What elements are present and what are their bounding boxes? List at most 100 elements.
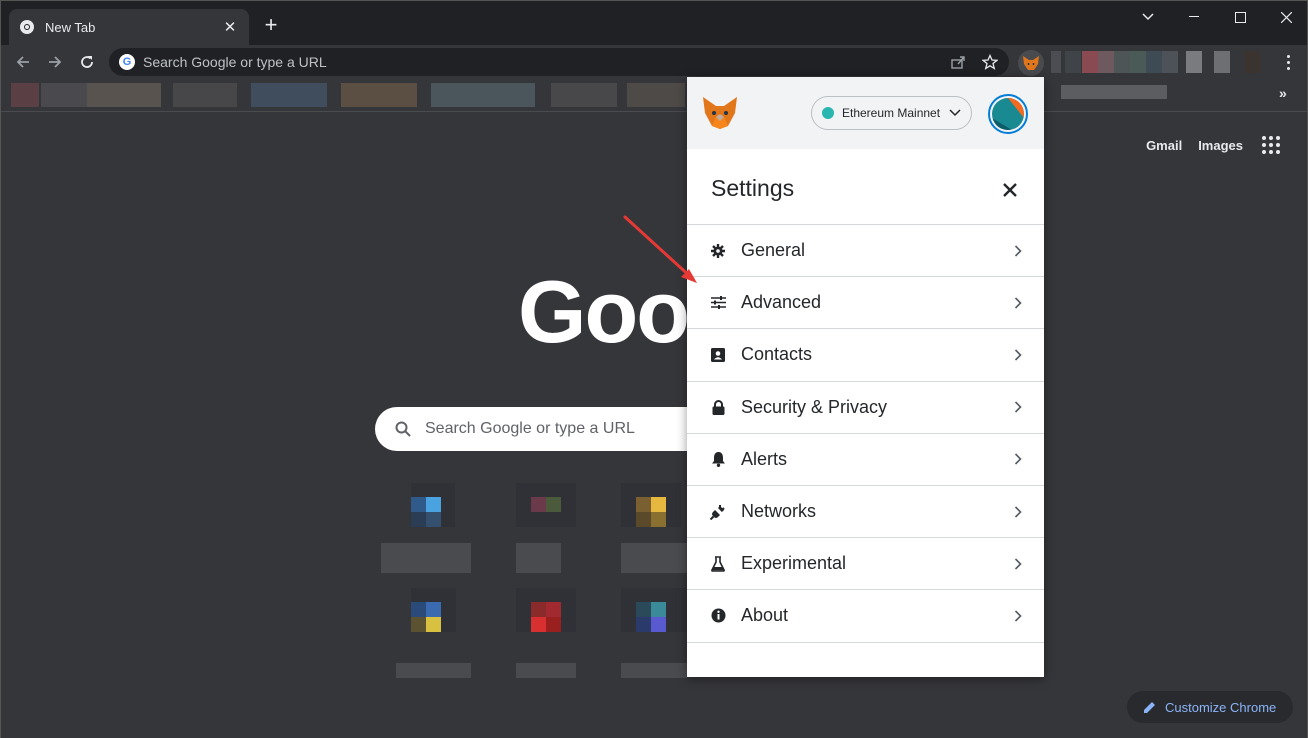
- blurred-extension: [1214, 51, 1230, 73]
- images-link[interactable]: Images: [1198, 138, 1243, 153]
- blurred-bookmark[interactable]: [251, 83, 327, 107]
- new-tab-page: Gmail Images Goo Search Google or type a…: [1, 113, 1307, 738]
- settings-item-alerts[interactable]: Alerts: [687, 434, 1044, 486]
- chevron-right-icon: [1014, 297, 1022, 309]
- minimize-icon[interactable]: [1171, 1, 1217, 33]
- settings-title: Settings: [711, 175, 795, 201]
- shortcut-tile[interactable]: [516, 483, 616, 583]
- tab-title: New Tab: [45, 19, 96, 35]
- chevron-right-icon: [1014, 453, 1022, 465]
- blurred-bookmark[interactable]: [173, 83, 237, 107]
- blurred-bookmark[interactable]: [627, 83, 685, 107]
- settings-item-advanced[interactable]: Advanced: [687, 277, 1044, 330]
- blurred-extension: [1098, 51, 1114, 73]
- blurred-extension: [1244, 51, 1260, 73]
- omnibox[interactable]: G Search Google or type a URL: [109, 48, 1009, 76]
- metamask-extension-icon[interactable]: [1018, 50, 1044, 76]
- network-selector[interactable]: Ethereum Mainnet: [811, 96, 972, 130]
- chrome-icon: [20, 20, 34, 34]
- blurred-bookmark[interactable]: [87, 83, 161, 107]
- chevron-right-icon: [1014, 245, 1022, 257]
- plug-icon: [709, 503, 727, 521]
- bookmarks-bar: »: [1, 79, 1307, 112]
- forward-icon[interactable]: [42, 49, 68, 75]
- lock-icon: [709, 398, 727, 416]
- blurred-extension: [1114, 51, 1130, 73]
- blurred-extension: [1082, 51, 1098, 73]
- settings-item-about[interactable]: About: [687, 590, 1044, 643]
- blurred-bookmark[interactable]: [1061, 85, 1167, 99]
- contact-book-icon: [709, 346, 727, 364]
- settings-item-label: Alerts: [741, 448, 788, 469]
- bookmark-star-icon[interactable]: [977, 49, 1003, 75]
- settings-item-networks[interactable]: Networks: [687, 486, 1044, 539]
- shortcut-tile[interactable]: [516, 588, 616, 688]
- blurred-bookmark[interactable]: [551, 83, 617, 107]
- blurred-bookmark[interactable]: [11, 83, 39, 107]
- customize-chrome-label: Customize Chrome: [1165, 699, 1277, 715]
- settings-item-label: Security & Privacy: [741, 396, 888, 417]
- settings-item-label: Networks: [741, 501, 817, 522]
- blurred-bookmark[interactable]: [41, 83, 87, 107]
- blurred-extension: [1065, 51, 1081, 73]
- chevron-right-icon: [1014, 558, 1022, 570]
- maximize-icon[interactable]: [1217, 1, 1263, 33]
- settings-item-label: About: [741, 605, 789, 626]
- toolbar: G Search Google or type a URL: [1, 45, 1307, 79]
- bookmarks-overflow-icon[interactable]: »: [1279, 85, 1287, 101]
- bell-icon: [709, 450, 727, 468]
- metamask-header: Ethereum Mainnet: [687, 77, 1044, 149]
- settings-title-row: Settings: [687, 149, 1044, 225]
- share-icon[interactable]: [945, 49, 971, 75]
- reload-icon[interactable]: [74, 49, 100, 75]
- top-links: Gmail Images: [1146, 133, 1283, 157]
- settings-item-label: Advanced: [741, 292, 822, 313]
- metamask-popup: Ethereum Mainnet Settings General Advanc…: [687, 77, 1044, 677]
- identicon-icon: [992, 98, 1024, 130]
- settings-item-label: Contacts: [741, 344, 813, 365]
- settings-item-general[interactable]: General: [687, 225, 1044, 278]
- new-tab-button[interactable]: +: [259, 14, 283, 38]
- settings-item-contacts[interactable]: Contacts: [687, 329, 1044, 382]
- shortcut-tile[interactable]: [396, 588, 496, 688]
- settings-item-experimental[interactable]: Experimental: [687, 538, 1044, 591]
- network-label: Ethereum Mainnet: [842, 106, 941, 120]
- close-icon[interactable]: [997, 177, 1023, 203]
- chevron-right-icon: [1014, 401, 1022, 413]
- chevron-right-icon: [1014, 349, 1022, 361]
- pencil-icon: [1144, 702, 1155, 713]
- gear-icon: [709, 242, 727, 260]
- blurred-bookmark[interactable]: [431, 83, 535, 107]
- google-icon: G: [119, 54, 135, 70]
- gmail-link[interactable]: Gmail: [1146, 138, 1182, 153]
- info-icon: [709, 607, 727, 625]
- search-placeholder: Search Google or type a URL: [425, 420, 635, 437]
- browser-window: New Tab ✕ + G Search Google or type a UR…: [0, 0, 1308, 738]
- blurred-extension: [1051, 51, 1061, 73]
- back-icon[interactable]: [10, 49, 36, 75]
- settings-item-label: Experimental: [741, 553, 847, 574]
- blurred-bookmark[interactable]: [341, 83, 417, 107]
- settings-item-security-privacy[interactable]: Security & Privacy: [687, 382, 1044, 434]
- tab-new-tab[interactable]: New Tab ✕: [9, 9, 249, 45]
- search-icon: [395, 421, 411, 437]
- omnibox-placeholder: Search Google or type a URL: [143, 54, 327, 70]
- account-avatar[interactable]: [988, 94, 1028, 134]
- close-window-icon[interactable]: [1263, 1, 1308, 33]
- title-bar: New Tab ✕ +: [1, 1, 1307, 45]
- chrome-menu-icon[interactable]: [1281, 51, 1295, 73]
- tab-search-icon[interactable]: [1125, 1, 1171, 33]
- blurred-extension: [1162, 51, 1178, 73]
- tab-close-icon[interactable]: ✕: [221, 18, 239, 36]
- network-status-dot: [822, 107, 834, 119]
- customize-chrome-button[interactable]: Customize Chrome: [1127, 691, 1293, 723]
- metamask-fox-icon[interactable]: [701, 95, 739, 131]
- blurred-extension: [1130, 51, 1146, 73]
- shortcut-tile[interactable]: [381, 483, 481, 583]
- sliders-icon: [709, 294, 727, 312]
- chevron-down-icon: [949, 109, 961, 117]
- chevron-right-icon: [1014, 505, 1022, 518]
- flask-icon: [709, 555, 727, 573]
- chevron-right-icon: [1014, 610, 1022, 622]
- apps-grid-icon[interactable]: [1259, 133, 1283, 157]
